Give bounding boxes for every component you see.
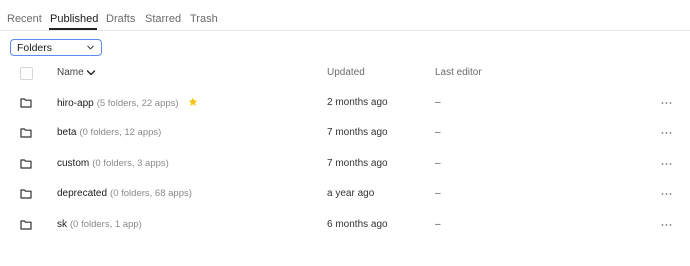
folder-name-link[interactable]: hiro-app (5 folders, 22 apps) <box>57 97 198 110</box>
more-options-icon[interactable] <box>661 131 672 135</box>
table-row[interactable]: sk (0 folders, 1 app) 6 months ago – <box>0 210 690 240</box>
chevron-down-icon <box>87 45 94 50</box>
folders-select-value: Folders <box>17 42 53 54</box>
folder-name-link[interactable]: deprecated (0 folders, 68 apps) <box>57 188 192 200</box>
table-row[interactable]: custom (0 folders, 3 apps) 7 months ago – <box>0 149 690 179</box>
folder-name: sk <box>57 219 67 230</box>
more-options-icon[interactable] <box>661 101 672 105</box>
folder-meta: (5 folders, 22 apps) <box>96 98 179 109</box>
folder-meta: (0 folders, 3 apps) <box>92 158 169 169</box>
folder-name: deprecated <box>57 188 108 199</box>
folder-name: hiro-app <box>57 98 94 109</box>
tab-bar: Recent Published Drafts Starred Trash <box>0 0 690 31</box>
last-editor-value: – <box>435 188 441 199</box>
last-editor-value: – <box>435 97 441 108</box>
folders-select[interactable]: Folders <box>10 39 102 56</box>
updated-value: 6 months ago <box>327 219 388 230</box>
last-editor-value: – <box>435 158 441 169</box>
updated-value: a year ago <box>327 188 375 199</box>
folder-meta: (0 folders, 12 apps) <box>79 127 162 138</box>
folder-icon <box>20 220 32 230</box>
active-tab-indicator <box>49 28 97 30</box>
column-header-name[interactable]: Name <box>57 67 84 79</box>
updated-value: 7 months ago <box>327 158 388 169</box>
sort-chevron-down-icon[interactable] <box>86 69 96 77</box>
table-row[interactable]: deprecated (0 folders, 68 apps) a year ag… <box>0 179 690 209</box>
tab-starred[interactable]: Starred <box>145 12 181 26</box>
folder-icon <box>20 189 32 199</box>
last-editor-value: – <box>435 219 441 230</box>
more-options-icon[interactable] <box>661 192 672 196</box>
column-header-last-editor: Last editor <box>435 67 482 78</box>
folder-icon <box>20 159 32 169</box>
folder-name-link[interactable]: custom (0 folders, 3 apps) <box>57 158 169 170</box>
folder-icon <box>20 128 32 138</box>
column-header-updated: Updated <box>327 67 365 78</box>
folder-name: custom <box>57 158 90 169</box>
tab-drafts[interactable]: Drafts <box>106 12 135 26</box>
table-row[interactable]: hiro-app (5 folders, 22 apps) 2 months ag… <box>0 88 690 118</box>
folder-meta: (0 folders, 1 app) <box>70 219 142 230</box>
select-all-checkbox[interactable] <box>20 67 33 80</box>
tab-recent[interactable]: Recent <box>7 12 42 26</box>
tab-published[interactable]: Published <box>50 12 98 26</box>
star-icon[interactable] <box>188 97 198 107</box>
folder-icon <box>20 98 32 108</box>
table-row[interactable]: beta (0 folders, 12 apps) 7 months ago – <box>0 118 690 148</box>
folder-meta: (0 folders, 68 apps) <box>110 188 192 199</box>
folder-name-link[interactable]: beta (0 folders, 12 apps) <box>57 127 161 139</box>
tab-trash[interactable]: Trash <box>190 12 218 26</box>
more-options-icon[interactable] <box>661 223 672 227</box>
last-editor-value: – <box>435 127 441 138</box>
more-options-icon[interactable] <box>661 162 672 166</box>
updated-value: 7 months ago <box>327 127 388 138</box>
folder-name: beta <box>57 127 77 138</box>
folders-page: Recent Published Drafts Starred Trash Fo… <box>0 0 690 266</box>
folder-name-link[interactable]: sk (0 folders, 1 app) <box>57 219 142 231</box>
updated-value: 2 months ago <box>327 97 388 108</box>
